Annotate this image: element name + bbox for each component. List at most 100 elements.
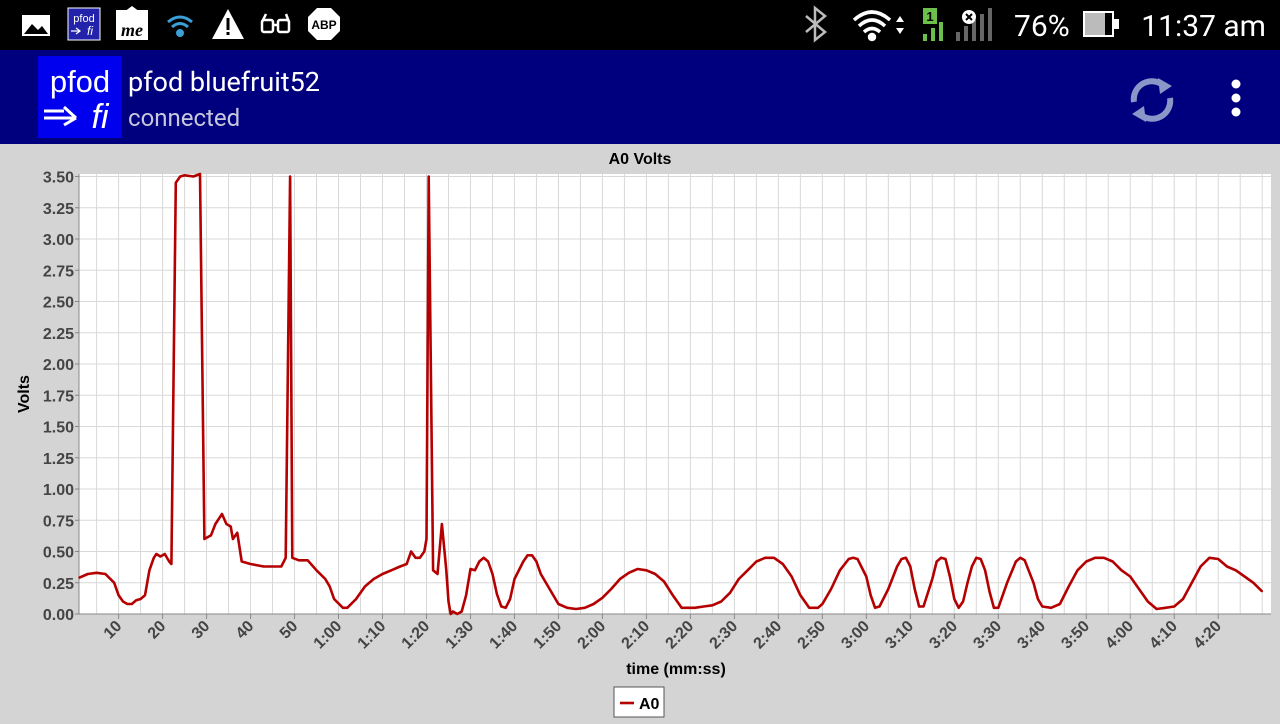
data-point-a0 xyxy=(1252,581,1255,584)
legend: A0 xyxy=(613,686,665,718)
data-point-a0 xyxy=(557,603,560,605)
data-point-a0 xyxy=(425,538,428,540)
data-point-a0 xyxy=(852,556,854,559)
battery-percent: 76% xyxy=(1014,9,1070,44)
data-point-a0 xyxy=(280,565,283,568)
y-tick-label: 2.75 xyxy=(43,263,74,280)
data-point-a0 xyxy=(764,556,766,559)
data-point-a0 xyxy=(790,575,793,578)
refresh-icon[interactable] xyxy=(1124,74,1180,126)
data-point-a0 xyxy=(225,523,228,525)
data-point-a0 xyxy=(940,556,942,559)
data-point-a0 xyxy=(808,606,810,609)
data-point-a0 xyxy=(944,558,947,560)
data-point-a0 xyxy=(478,560,481,563)
data-point-a0 xyxy=(436,573,439,575)
status-bar: pfod fi me ABP 1 76% 11:37 am xyxy=(0,0,1280,50)
plot-area xyxy=(79,174,1271,614)
data-point-a0 xyxy=(1067,585,1070,588)
data-point-a0 xyxy=(737,578,740,580)
data-point-a0 xyxy=(203,538,206,540)
data-point-a0 xyxy=(460,610,463,613)
data-point-a0 xyxy=(993,606,995,609)
pfodfi-logo-icon: pfod fi xyxy=(44,64,110,136)
data-point-a0 xyxy=(229,525,232,528)
data-point-a0 xyxy=(139,598,142,600)
data-point-a0 xyxy=(878,605,881,608)
data-point-a0 xyxy=(720,600,722,603)
data-point-a0 xyxy=(830,588,832,590)
data-point-a0 xyxy=(179,175,181,178)
data-point-a0 xyxy=(645,569,648,572)
data-point-a0 xyxy=(746,569,749,572)
data-point-a0 xyxy=(346,606,349,609)
data-point-a0 xyxy=(1182,598,1184,600)
data-point-a0 xyxy=(799,594,802,597)
data-point-a0 xyxy=(1147,600,1149,603)
logo-top-text: pfod xyxy=(50,64,110,99)
y-tick-label: 1.50 xyxy=(43,420,74,437)
overflow-menu-icon[interactable] xyxy=(1226,78,1246,118)
data-point-a0 xyxy=(975,556,978,559)
data-point-a0 xyxy=(865,575,868,578)
y-tick-label: 2.00 xyxy=(43,357,74,374)
data-point-a0 xyxy=(1076,569,1079,572)
data-point-a0 xyxy=(962,600,964,603)
data-point-a0 xyxy=(469,568,472,570)
app-logo[interactable]: pfod fi xyxy=(38,56,122,138)
data-point-a0 xyxy=(232,538,234,540)
data-point-a0 xyxy=(214,523,217,525)
y-tick-label: 2.50 xyxy=(43,295,74,312)
data-point-a0 xyxy=(122,600,124,603)
data-point-a0 xyxy=(566,606,569,609)
data-point-a0 xyxy=(427,175,430,178)
data-point-a0 xyxy=(856,558,859,560)
data-point-a0 xyxy=(207,535,210,538)
data-point-a0 xyxy=(1199,565,1202,568)
y-tick-label: 1.00 xyxy=(43,482,74,499)
data-point-a0 xyxy=(159,555,162,558)
data-point-a0 xyxy=(1041,605,1044,608)
data-point-a0 xyxy=(333,598,335,600)
legend-label-a0: A0 xyxy=(639,696,660,713)
data-point-a0 xyxy=(672,594,674,597)
data-point-a0 xyxy=(144,594,146,597)
data-point-a0 xyxy=(905,556,907,559)
data-point-a0 xyxy=(781,563,784,565)
data-point-a0 xyxy=(1129,575,1132,578)
data-point-a0 xyxy=(306,559,309,562)
data-point-a0 xyxy=(1155,608,1158,610)
data-point-a0 xyxy=(410,550,412,553)
data-point-a0 xyxy=(628,571,630,574)
data-point-a0 xyxy=(1015,560,1017,563)
data-point-a0 xyxy=(399,565,401,568)
data-point-a0 xyxy=(1164,606,1167,609)
data-point-a0 xyxy=(355,598,357,600)
data-point-a0 xyxy=(839,569,841,572)
data-point-a0 xyxy=(342,606,344,609)
y-tick-label: 1.75 xyxy=(43,388,74,405)
data-point-a0 xyxy=(997,606,1000,609)
data-point-a0 xyxy=(423,550,426,553)
data-point-a0 xyxy=(170,563,173,565)
data-point-a0 xyxy=(729,591,731,594)
data-point-a0 xyxy=(1138,588,1140,590)
x-axis-label: time (mm:ss) xyxy=(626,661,726,678)
data-point-a0 xyxy=(1173,605,1176,608)
data-point-a0 xyxy=(135,599,137,602)
data-point-a0 xyxy=(636,568,639,570)
data-point-a0 xyxy=(918,605,920,608)
data-point-a0 xyxy=(755,560,758,563)
data-point-a0 xyxy=(509,598,511,600)
signal-icon: 1 xyxy=(923,8,992,41)
data-point-a0 xyxy=(601,596,604,599)
data-point-a0 xyxy=(513,578,516,580)
data-point-a0 xyxy=(192,175,195,178)
data-point-a0 xyxy=(113,581,115,584)
data-point-a0 xyxy=(291,556,294,559)
data-point-a0 xyxy=(236,531,239,534)
y-tick-label: 0.50 xyxy=(43,545,74,562)
data-point-a0 xyxy=(971,565,973,568)
data-point-a0 xyxy=(935,560,938,563)
data-point-a0 xyxy=(168,560,170,563)
